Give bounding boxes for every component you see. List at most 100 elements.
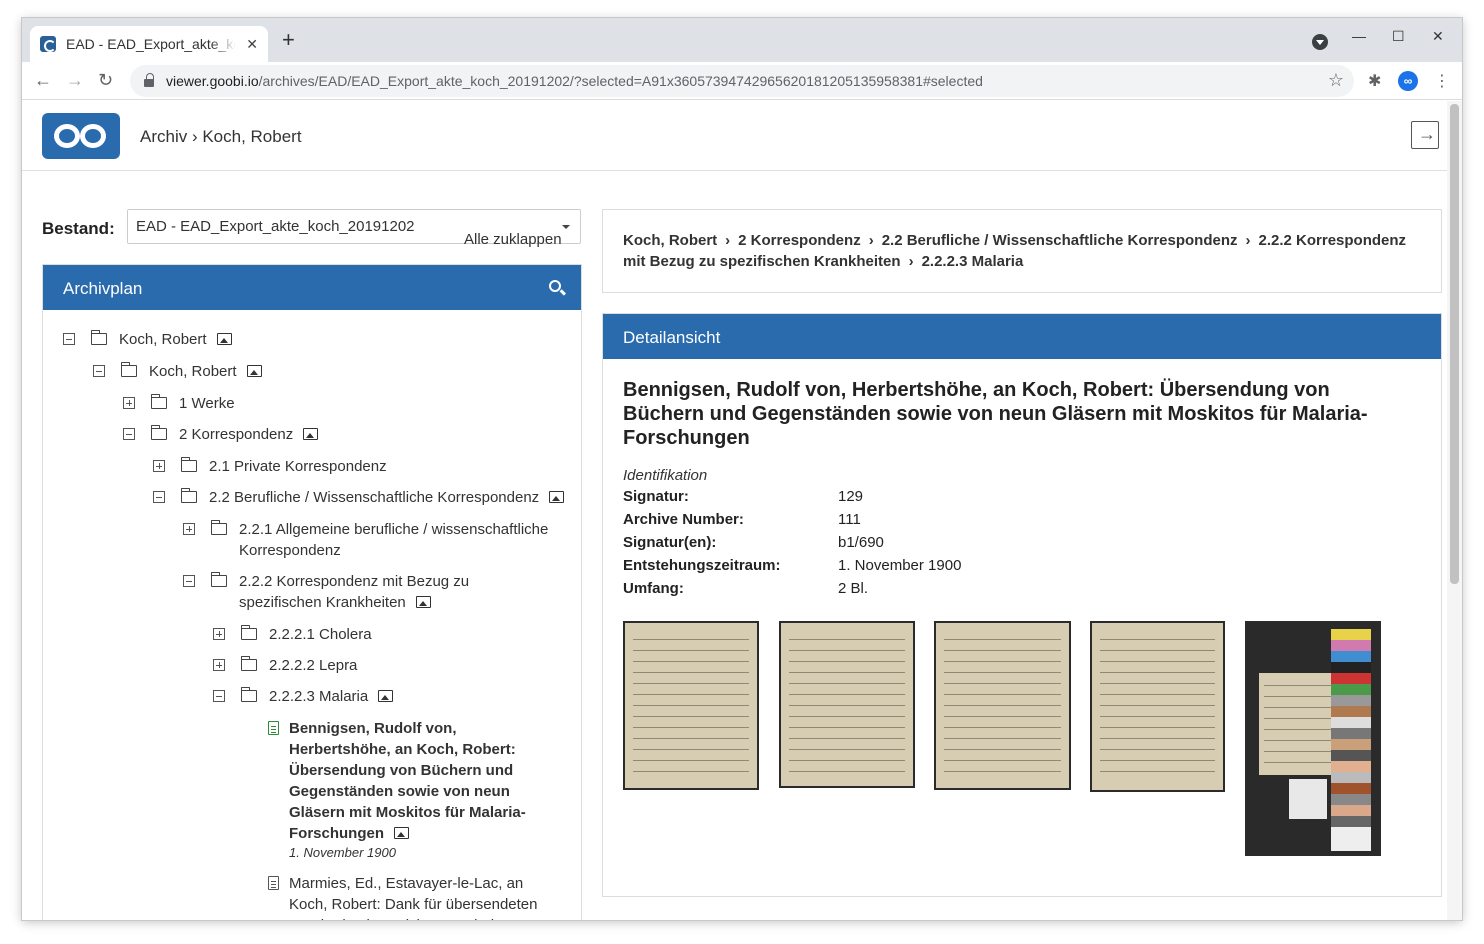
tree-node[interactable]: Marmies, Ed., Estavayer-le-Lac, an Koch,… bbox=[268, 873, 553, 920]
tree-node-label[interactable]: 2.2.2.2 Lepra bbox=[269, 655, 357, 676]
collapse-toggle-icon[interactable] bbox=[63, 333, 75, 345]
minimize-button[interactable]: — bbox=[1352, 28, 1366, 44]
meta-row: Archive Number: 111 bbox=[623, 511, 1123, 528]
close-tab-icon[interactable]: ✕ bbox=[246, 36, 258, 53]
trail-separator: › bbox=[908, 253, 914, 270]
collapse-toggle-icon[interactable] bbox=[93, 365, 105, 377]
detail-title: Bennigsen, Rudolf von, Herbertshöhe, an … bbox=[623, 379, 1368, 449]
tree-node-label[interactable]: 2.2.2.3 Malaria bbox=[269, 688, 368, 705]
meta-row: Umfang: 2 Bl. bbox=[623, 580, 1123, 597]
handwriting-lines bbox=[1100, 633, 1215, 780]
tree-node-label[interactable]: 2.2.2 Korrespondenz mit Bezug zu spezifi… bbox=[239, 573, 469, 611]
tab-search-icon[interactable] bbox=[1312, 34, 1328, 50]
goobi-logo[interactable] bbox=[42, 113, 120, 159]
collapse-toggle-icon[interactable] bbox=[183, 575, 195, 587]
color-target-thumbnail[interactable] bbox=[1245, 621, 1381, 856]
browser-tab[interactable]: EAD - EAD_Export_akte_koch_20191202 ✕ bbox=[30, 26, 268, 62]
tree-node-label[interactable]: 2 Korrespondenz bbox=[179, 426, 293, 443]
meta-key: Umfang: bbox=[623, 580, 684, 597]
tree-node-label[interactable]: Koch, Robert bbox=[119, 331, 207, 348]
tree-node-selected[interactable]: Bennigsen, Rudolf von, Herbertshöhe, an … bbox=[268, 718, 553, 862]
trail-separator: › bbox=[868, 232, 874, 249]
search-icon[interactable] bbox=[549, 280, 561, 292]
forward-icon[interactable]: → bbox=[66, 70, 84, 90]
page-scrollbar[interactable] bbox=[1447, 101, 1462, 920]
tree-node[interactable]: Koch, Robert bbox=[63, 329, 232, 350]
expand-toggle-icon[interactable] bbox=[183, 523, 195, 535]
browser-menu-icon[interactable]: ⋮ bbox=[1434, 71, 1450, 91]
expand-toggle-icon[interactable] bbox=[213, 628, 225, 640]
tab-bar: EAD - EAD_Export_akte_koch_20191202 ✕ + … bbox=[22, 18, 1462, 62]
trail-item[interactable]: 2.2 Berufliche / Wissenschaftliche Korre… bbox=[882, 232, 1238, 249]
folder-open-icon bbox=[241, 656, 257, 671]
tree-node-label[interactable]: 1 Werke bbox=[179, 393, 235, 414]
folder-open-icon bbox=[91, 330, 107, 345]
tree-node-label[interactable]: 2.2 Berufliche / Wissenschaftliche Korre… bbox=[209, 489, 539, 506]
maximize-button[interactable]: ☐ bbox=[1392, 28, 1405, 45]
collapse-toggle-icon[interactable] bbox=[153, 491, 165, 503]
hierarchy-breadcrumb: Koch, Robert › 2 Korrespondenz › 2.2 Berufli… bbox=[602, 209, 1442, 293]
browser-toolbar: ← → ↻ viewer.goobi.io/archives/EAD/EAD_E… bbox=[22, 62, 1462, 100]
identification-heading: Identifikation bbox=[623, 467, 708, 484]
collapse-toggle-icon[interactable] bbox=[213, 690, 225, 702]
tree-node[interactable]: 2.2.2.3 Malaria bbox=[213, 686, 394, 707]
tree-node-label[interactable]: 2.1 Private Korrespondenz bbox=[209, 456, 387, 477]
goobi-extension-icon[interactable]: ∞ bbox=[1398, 71, 1418, 91]
bestand-label: Bestand: bbox=[42, 219, 115, 238]
expand-toggle-icon[interactable] bbox=[123, 397, 135, 409]
page-thumbnail[interactable] bbox=[1090, 621, 1225, 792]
trail-item[interactable]: Koch, Robert bbox=[623, 232, 717, 249]
handwriting-lines bbox=[789, 633, 905, 776]
tree-node[interactable]: 2.2 Berufliche / Wissenschaftliche Korre… bbox=[153, 487, 565, 508]
meta-key: Signatur: bbox=[623, 488, 689, 505]
tree-node-label[interactable]: Koch, Robert bbox=[149, 363, 237, 380]
tree-node[interactable]: 2 Korrespondenz bbox=[123, 424, 319, 445]
expand-toggle-icon[interactable] bbox=[213, 659, 225, 671]
tree-node-label[interactable]: 2.2.2.1 Cholera bbox=[269, 624, 372, 645]
meta-row: Signatur(en): b1/690 bbox=[623, 534, 1123, 551]
reload-icon[interactable]: ↻ bbox=[98, 70, 113, 90]
collapse-toggle-icon[interactable] bbox=[123, 428, 135, 440]
extensions-icon[interactable]: ✱ bbox=[1368, 71, 1381, 91]
meta-key: Entstehungszeitraum: bbox=[623, 557, 781, 574]
tree-node[interactable]: 2.2.2 Korrespondenz mit Bezug zu spezifi… bbox=[183, 571, 553, 613]
tree-node-label[interactable]: Marmies, Ed., Estavayer-le-Lac, an Koch,… bbox=[289, 873, 553, 920]
tree-node-label[interactable]: Bennigsen, Rudolf von, Herbertshöhe, an … bbox=[289, 720, 526, 842]
tree-node[interactable]: 2.2.2.1 Cholera bbox=[213, 624, 372, 645]
back-icon[interactable]: ← bbox=[34, 70, 52, 90]
trail-separator: › bbox=[725, 232, 731, 249]
handwriting-lines bbox=[944, 633, 1061, 778]
lock-icon bbox=[144, 73, 154, 87]
image-icon bbox=[246, 365, 262, 377]
tree-node[interactable]: 1 Werke bbox=[123, 393, 235, 414]
url-text: viewer.goobi.io/archives/EAD/EAD_Export_… bbox=[166, 73, 983, 89]
page-thumbnail[interactable] bbox=[779, 621, 915, 788]
tree-node[interactable]: 2.2.2.2 Lepra bbox=[213, 655, 357, 676]
tree-node[interactable]: 2.2.1 Allgemeine berufliche / wissenscha… bbox=[183, 519, 553, 561]
handwriting-lines bbox=[633, 633, 749, 778]
image-icon bbox=[378, 690, 394, 702]
expand-toggle-icon[interactable] bbox=[153, 460, 165, 472]
tree-node[interactable]: Koch, Robert bbox=[93, 361, 262, 382]
page-thumbnail[interactable] bbox=[934, 621, 1071, 790]
color-chart bbox=[1331, 629, 1371, 851]
detail-panel: Detailansicht Bennigsen, Rudolf von, Her… bbox=[602, 313, 1442, 897]
tree-node-date: 1. November 1900 bbox=[289, 845, 396, 860]
archivplan-title: Archivplan bbox=[63, 279, 143, 298]
detail-header: Detailansicht bbox=[603, 314, 1441, 359]
meta-key: Archive Number: bbox=[623, 511, 744, 528]
close-window-button[interactable]: ✕ bbox=[1432, 28, 1444, 45]
page-thumbnail[interactable] bbox=[623, 621, 759, 790]
address-bar[interactable]: viewer.goobi.io/archives/EAD/EAD_Export_… bbox=[130, 65, 1354, 97]
tree-node-label[interactable]: 2.2.1 Allgemeine berufliche / wissenscha… bbox=[239, 519, 553, 561]
trail-item[interactable]: 2 Korrespondenz bbox=[738, 232, 861, 249]
page-content: Archiv › Koch, Robert Bestand: EAD - EAD… bbox=[22, 101, 1462, 920]
logout-icon[interactable] bbox=[1411, 121, 1439, 149]
trail-item[interactable]: 2.2.2.3 Malaria bbox=[922, 253, 1024, 270]
tree-node[interactable]: 2.1 Private Korrespondenz bbox=[153, 456, 387, 477]
new-tab-button[interactable]: + bbox=[282, 29, 295, 51]
scrollbar-thumb[interactable] bbox=[1450, 104, 1459, 584]
collapse-all-link[interactable]: Alle zuklappen bbox=[464, 231, 562, 248]
bookmark-star-icon[interactable]: ☆ bbox=[1328, 70, 1344, 91]
folder-open-icon bbox=[211, 520, 227, 535]
